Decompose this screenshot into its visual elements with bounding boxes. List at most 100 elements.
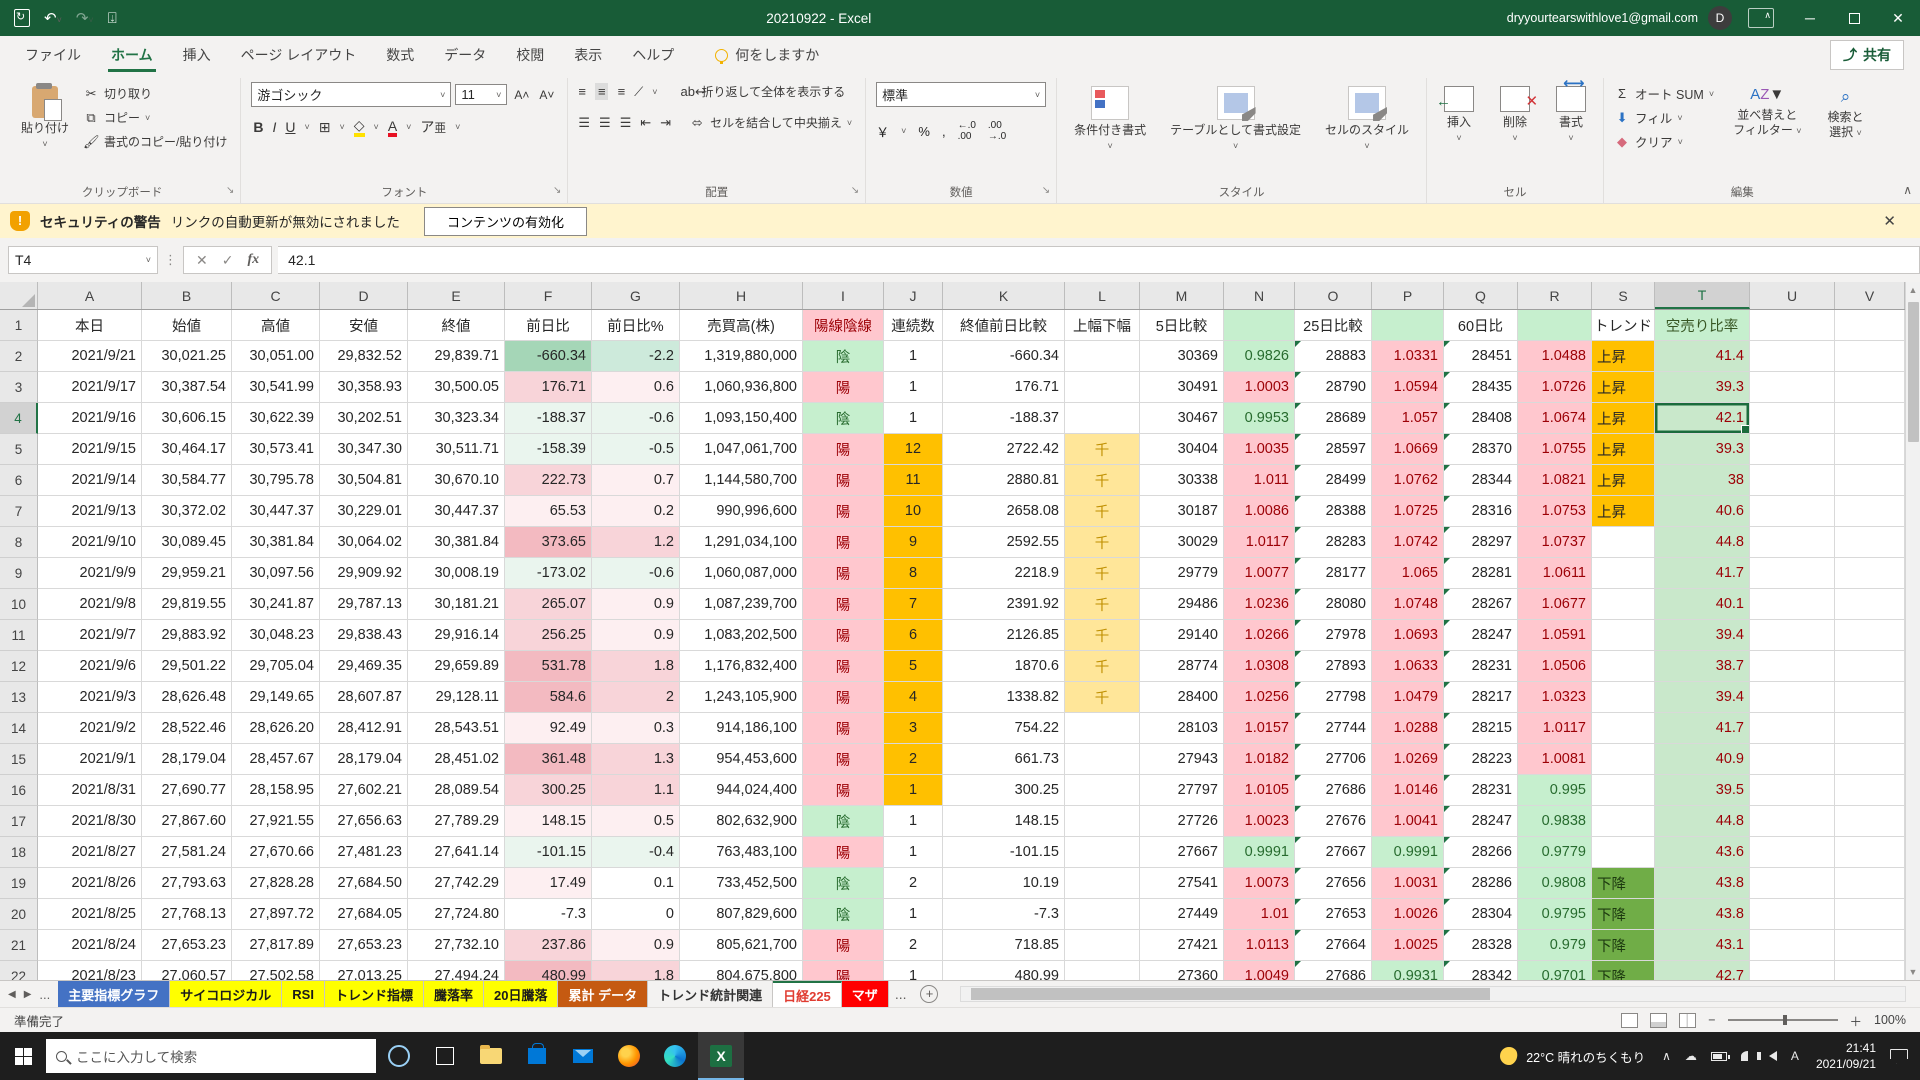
cell-N13[interactable]: 1.0256 <box>1224 682 1295 713</box>
column-header-B[interactable]: B <box>142 282 232 309</box>
cell-C17[interactable]: 27,921.55 <box>232 806 320 837</box>
cell-F9[interactable]: -173.02 <box>505 558 592 589</box>
cell-Q13[interactable]: 28217 <box>1444 682 1518 713</box>
cell-O16[interactable]: 27686 <box>1295 775 1372 806</box>
cell-U9[interactable] <box>1750 558 1835 589</box>
cell-O1[interactable]: 25日比較 <box>1295 310 1372 341</box>
vertical-scrollbar[interactable]: ▲ ▼ <box>1905 282 1920 980</box>
cell-Q9[interactable]: 28281 <box>1444 558 1518 589</box>
grow-font-button[interactable]: A˄ <box>511 87 532 103</box>
cell-D5[interactable]: 30,347.30 <box>320 434 408 465</box>
cell-C22[interactable]: 27,502.58 <box>232 961 320 980</box>
cell-T11[interactable]: 39.4 <box>1655 620 1750 651</box>
cell-L7[interactable]: 千 <box>1065 496 1140 527</box>
scroll-down-icon[interactable]: ▼ <box>1909 964 1918 980</box>
sheet-tab-9[interactable]: 日経225 <box>773 981 842 1007</box>
cell-M1[interactable]: 5日比較 <box>1140 310 1224 341</box>
cell-C10[interactable]: 30,241.87 <box>232 589 320 620</box>
cell-N19[interactable]: 1.0073 <box>1224 868 1295 899</box>
cell-B21[interactable]: 27,653.23 <box>142 930 232 961</box>
cell-E5[interactable]: 30,511.71 <box>408 434 505 465</box>
edge-button[interactable] <box>652 1032 698 1080</box>
cell-K11[interactable]: 2126.85 <box>943 620 1065 651</box>
cell-B12[interactable]: 29,501.22 <box>142 651 232 682</box>
cell-F5[interactable]: -158.39 <box>505 434 592 465</box>
cell-I1[interactable]: 陽線陰線 <box>803 310 884 341</box>
battery-icon[interactable] <box>1704 1052 1734 1061</box>
cell-Q20[interactable]: 28304 <box>1444 899 1518 930</box>
cell-N20[interactable]: 1.01 <box>1224 899 1295 930</box>
column-header-R[interactable]: R <box>1518 282 1592 309</box>
column-header-M[interactable]: M <box>1140 282 1224 309</box>
cell-B19[interactable]: 27,793.63 <box>142 868 232 899</box>
sheet-tab-7[interactable]: 累計 データ <box>558 981 648 1007</box>
tab-data[interactable]: データ <box>429 36 501 74</box>
cell-L9[interactable]: 千 <box>1065 558 1140 589</box>
cell-L8[interactable]: 千 <box>1065 527 1140 558</box>
italic-button[interactable]: I <box>272 119 276 135</box>
cell-A10[interactable]: 2021/9/8 <box>38 589 142 620</box>
column-header-D[interactable]: D <box>320 282 408 309</box>
cell-B16[interactable]: 27,690.77 <box>142 775 232 806</box>
cell-K4[interactable]: -188.37 <box>943 403 1065 434</box>
cell-D11[interactable]: 29,838.43 <box>320 620 408 651</box>
cell-I9[interactable]: 陽 <box>803 558 884 589</box>
cell-S3[interactable]: 上昇 <box>1592 372 1655 403</box>
sheet-tab-1[interactable]: 主要指標グラフ <box>58 981 170 1007</box>
cell-F3[interactable]: 176.71 <box>505 372 592 403</box>
cell-K20[interactable]: -7.3 <box>943 899 1065 930</box>
cell-M10[interactable]: 29486 <box>1140 589 1224 620</box>
cell-G16[interactable]: 1.1 <box>592 775 680 806</box>
enable-content-button[interactable]: コンテンツの有効化 <box>424 207 587 236</box>
column-header-F[interactable]: F <box>505 282 592 309</box>
cell-G7[interactable]: 0.2 <box>592 496 680 527</box>
zoom-slider[interactable] <box>1728 1019 1838 1021</box>
cell-T15[interactable]: 40.9 <box>1655 744 1750 775</box>
cell-J21[interactable]: 2 <box>884 930 943 961</box>
cell-P8[interactable]: 1.0742 <box>1372 527 1444 558</box>
row-header-15[interactable]: 15 <box>0 744 38 775</box>
cell-E4[interactable]: 30,323.34 <box>408 403 505 434</box>
cell-M16[interactable]: 27797 <box>1140 775 1224 806</box>
cell-U1[interactable] <box>1750 310 1835 341</box>
cell-S2[interactable]: 上昇 <box>1592 341 1655 372</box>
cell-G4[interactable]: -0.6 <box>592 403 680 434</box>
cell-T19[interactable]: 43.8 <box>1655 868 1750 899</box>
cell-O12[interactable]: 27893 <box>1295 651 1372 682</box>
cell-N1[interactable] <box>1224 310 1295 341</box>
cell-U3[interactable] <box>1750 372 1835 403</box>
cell-E7[interactable]: 30,447.37 <box>408 496 505 527</box>
cell-U22[interactable] <box>1750 961 1835 980</box>
cell-T1[interactable]: 空売り比率 <box>1655 310 1750 341</box>
cell-T3[interactable]: 39.3 <box>1655 372 1750 403</box>
cell-G1[interactable]: 前日比% <box>592 310 680 341</box>
cell-V5[interactable] <box>1835 434 1905 465</box>
borders-button[interactable]: ⊞ <box>319 119 331 136</box>
cell-L18[interactable] <box>1065 837 1140 868</box>
cell-F7[interactable]: 65.53 <box>505 496 592 527</box>
cell-V19[interactable] <box>1835 868 1905 899</box>
zoom-out-icon[interactable]: − <box>1708 1013 1715 1027</box>
cell-H14[interactable]: 914,186,100 <box>680 713 803 744</box>
sheet-tab-2[interactable]: サイコロジカル <box>170 981 282 1007</box>
cell-V4[interactable] <box>1835 403 1905 434</box>
cell-F17[interactable]: 148.15 <box>505 806 592 837</box>
column-header-P[interactable]: P <box>1372 282 1444 309</box>
cell-A1[interactable]: 本日 <box>38 310 142 341</box>
insert-function-icon[interactable]: fx <box>247 252 259 268</box>
cell-D22[interactable]: 27,013.25 <box>320 961 408 980</box>
cell-L11[interactable]: 千 <box>1065 620 1140 651</box>
column-header-E[interactable]: E <box>408 282 505 309</box>
cell-V6[interactable] <box>1835 465 1905 496</box>
cell-O10[interactable]: 28080 <box>1295 589 1372 620</box>
cell-S7[interactable]: 上昇 <box>1592 496 1655 527</box>
cell-H19[interactable]: 733,452,500 <box>680 868 803 899</box>
cell-Q7[interactable]: 28316 <box>1444 496 1518 527</box>
copy-button[interactable]: ⧉コピー˅ <box>80 108 230 127</box>
cell-F2[interactable]: -660.34 <box>505 341 592 372</box>
cell-M6[interactable]: 30338 <box>1140 465 1224 496</box>
cell-T14[interactable]: 41.7 <box>1655 713 1750 744</box>
cell-L12[interactable]: 千 <box>1065 651 1140 682</box>
column-header-L[interactable]: L <box>1065 282 1140 309</box>
cell-Q12[interactable]: 28231 <box>1444 651 1518 682</box>
